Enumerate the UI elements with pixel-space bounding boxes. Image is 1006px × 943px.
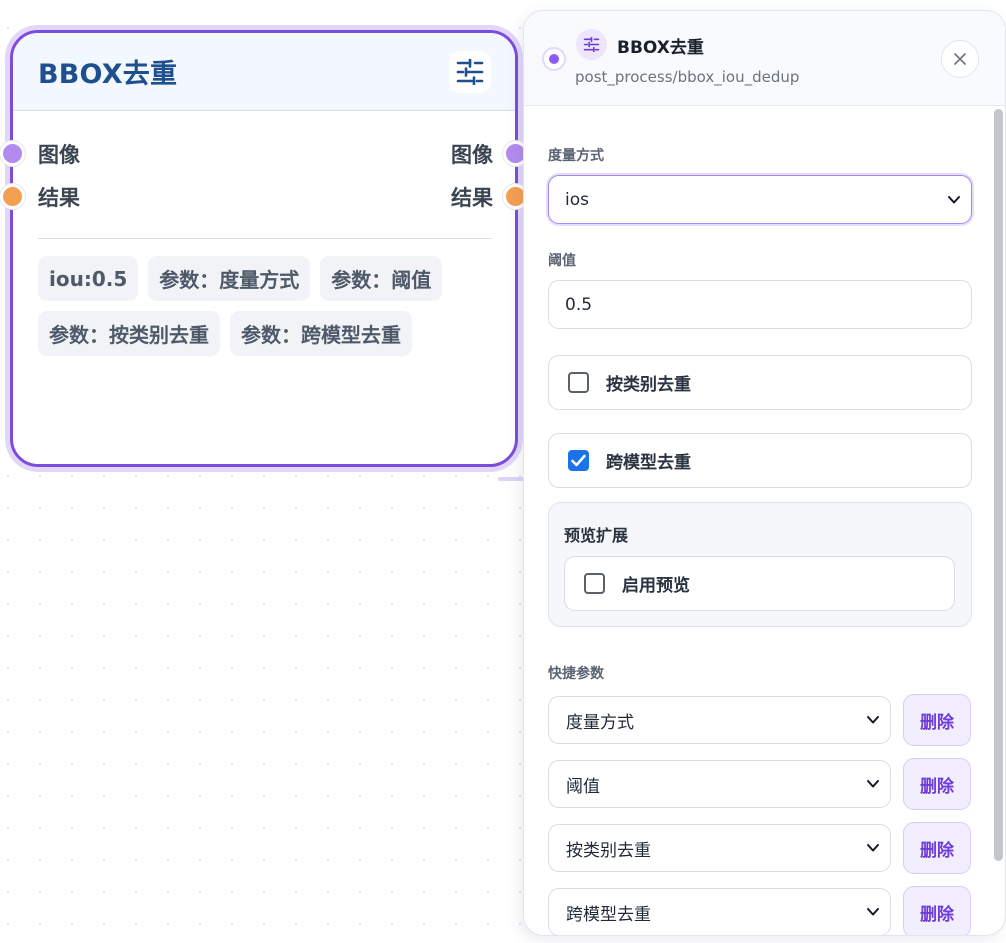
node-type-icon [576,29,607,60]
param-chip: iou:0.5 [38,256,139,301]
quick-param-value: 跨模型去重 [566,904,651,925]
quick-param-select[interactable]: 按类别去重 [548,824,891,872]
input-port-result[interactable] [0,184,25,209]
chevron-down-icon [948,195,960,203]
delete-button[interactable]: 删除 [903,694,971,746]
properties-panel: BBOX去重 post_process/bbox_iou_dedup 度量方式 … [523,10,1006,936]
input-port-label: 图像 [38,143,80,167]
node-header[interactable]: BBOX去重 [13,33,515,111]
quick-param-select[interactable]: 阈值 [548,760,891,808]
delete-button[interactable]: 删除 [903,886,971,935]
port-row-image: 图像 图像 [0,139,528,169]
delete-button[interactable]: 删除 [903,758,971,810]
per-class-dedup-checkbox[interactable] [568,372,589,393]
chevron-down-icon [867,908,879,916]
param-chip: 参数：跨模型去重 [230,311,412,356]
sliders-icon [456,58,484,85]
enable-preview-label: 启用预览 [622,576,690,596]
panel-title: BBOX去重 [617,38,704,58]
input-port-label: 结果 [38,186,80,210]
param-chip: 参数：阈值 [320,256,443,301]
param-chip: 参数：按类别去重 [38,311,220,356]
metric-label: 度量方式 [548,148,604,164]
output-port-label: 图像 [451,143,493,167]
quick-param-select[interactable]: 跨模型去重 [548,888,891,935]
preview-extension-section: 预览扩展 启用预览 [548,502,972,627]
enable-preview-checkbox[interactable] [584,573,605,594]
chevron-down-icon [867,716,879,724]
preview-extension-title: 预览扩展 [564,526,629,545]
quick-param-value: 阈值 [566,776,600,797]
panel-header: BBOX去重 post_process/bbox_iou_dedup [524,11,1005,106]
quick-param-select[interactable]: 度量方式 [548,696,891,744]
input-port-image[interactable] [0,141,25,166]
quick-params-label: 快捷参数 [548,666,604,682]
threshold-label: 阈值 [548,253,576,269]
port-row-result: 结果 结果 [0,182,528,212]
delete-button[interactable]: 删除 [903,822,971,874]
output-port-label: 结果 [451,186,493,210]
sliders-icon [583,37,600,52]
close-icon [954,53,966,65]
checkmark-icon [571,454,586,467]
param-chips: iou:0.5 参数：度量方式 参数：阈值 参数：按类别去重 参数：跨模型去重 [38,256,495,356]
per-class-dedup-label: 按类别去重 [606,375,691,395]
enable-preview-option[interactable]: 启用预览 [564,556,955,611]
cross-model-dedup-checkbox[interactable] [568,450,589,471]
node-settings-button[interactable] [449,50,491,93]
bbox-dedup-node[interactable]: BBOX去重 图像 图像 结果 结果 iou:0.5 参数：度量方式 参数：阈值… [0,30,528,467]
metric-select[interactable]: ios [548,175,972,224]
cross-model-dedup-label: 跨模型去重 [606,453,691,473]
node-path: post_process/bbox_iou_dedup [575,68,800,86]
metric-select-value: ios [565,189,589,210]
status-dot [544,49,564,69]
panel-scrollbar[interactable] [994,109,1003,861]
chevron-down-icon [867,780,879,788]
node-divider [38,238,492,239]
close-button[interactable] [941,40,979,78]
edge-connector [498,477,526,481]
chevron-down-icon [867,844,879,852]
threshold-input[interactable]: 0.5 [548,280,972,329]
param-chip: 参数：度量方式 [148,256,311,301]
cross-model-dedup-option[interactable]: 跨模型去重 [548,433,972,488]
per-class-dedup-option[interactable]: 按类别去重 [548,355,972,410]
threshold-input-value: 0.5 [565,294,593,315]
quick-param-value: 度量方式 [566,712,634,733]
quick-param-value: 按类别去重 [566,840,651,861]
node-title: BBOX去重 [38,59,178,90]
